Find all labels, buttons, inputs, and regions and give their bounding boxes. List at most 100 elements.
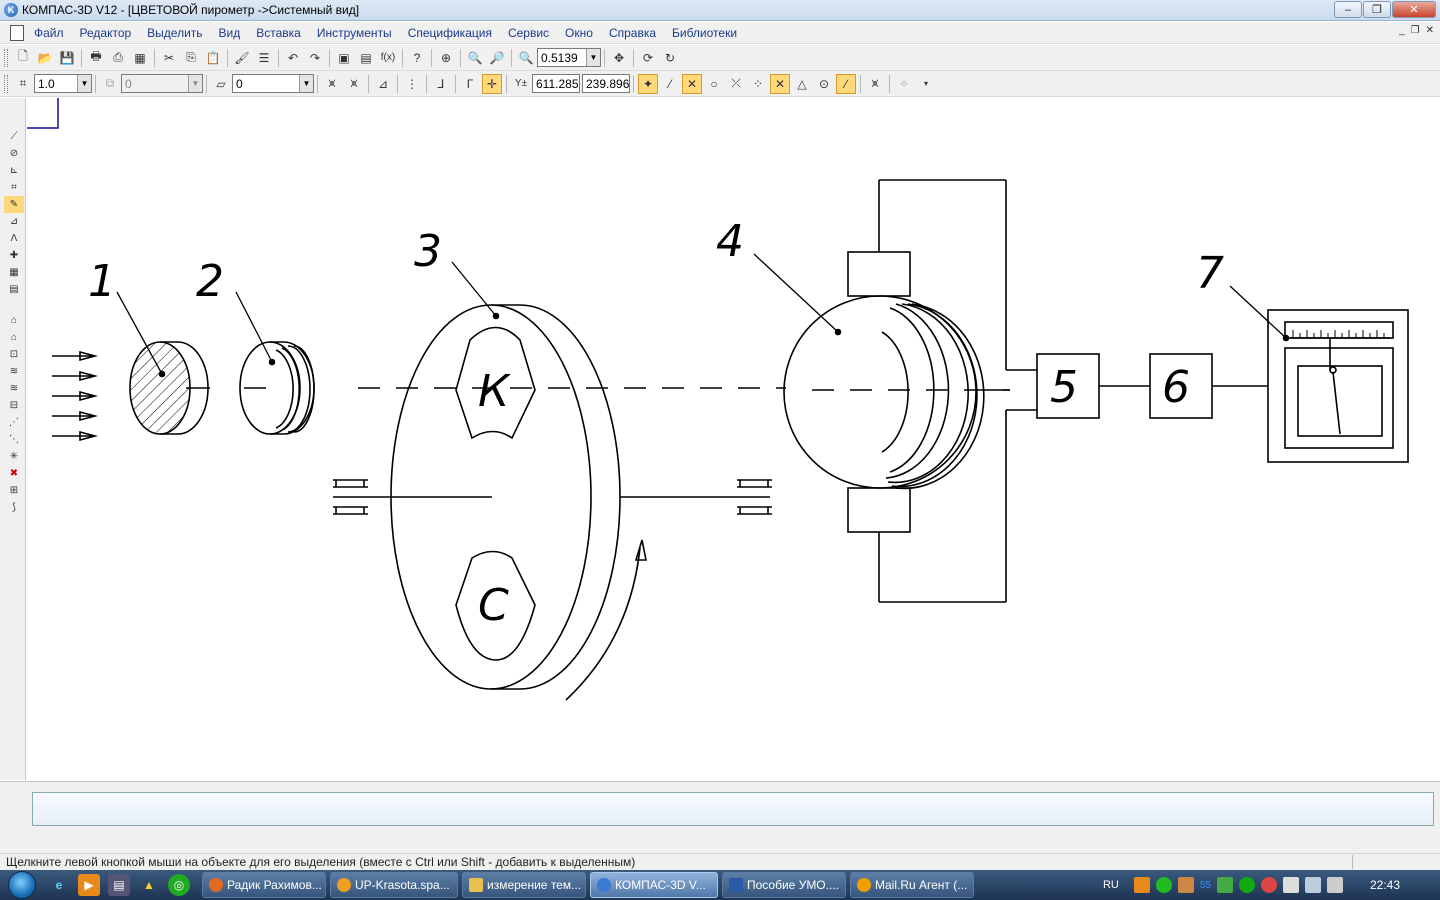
manager-icon[interactable]: ▣: [334, 48, 354, 68]
local-cs-icon[interactable]: ⅃: [431, 74, 451, 94]
tray-volume-icon[interactable]: [1326, 877, 1343, 893]
current-layer-select[interactable]: 0 ▼: [232, 74, 314, 93]
media-player-icon[interactable]: ▶: [78, 874, 100, 896]
snap-align-icon[interactable]: △: [792, 74, 812, 94]
current-view-icon[interactable]: ⧉: [100, 74, 120, 94]
maximize-button[interactable]: ❐: [1363, 1, 1391, 18]
kompas-icon[interactable]: K: [4, 3, 18, 17]
cut-icon[interactable]: ✂: [159, 48, 179, 68]
ortho-icon[interactable]: ⊿: [373, 74, 393, 94]
paste-icon[interactable]: 📋: [203, 48, 223, 68]
grid-step-icon[interactable]: ⌗: [13, 74, 33, 94]
green-app-icon[interactable]: ◎: [168, 874, 190, 896]
tool-i-icon[interactable]: ✳: [4, 448, 24, 465]
snap-grid-icon[interactable]: ⁘: [748, 74, 768, 94]
snap-tangent-icon[interactable]: ○: [704, 74, 724, 94]
close-button[interactable]: ✕: [1392, 1, 1436, 18]
snap-midpoint-icon[interactable]: ⁄: [660, 74, 680, 94]
ie-icon[interactable]: e: [48, 874, 70, 896]
clock[interactable]: 22:43: [1370, 878, 1400, 892]
mdi-restore-icon[interactable]: ❐: [1411, 25, 1420, 36]
format-brush-icon[interactable]: 🖌: [232, 48, 252, 68]
menu-specification[interactable]: Спецификация: [408, 26, 492, 40]
tool-f-icon[interactable]: ⊟: [4, 397, 24, 414]
print-preview-icon[interactable]: ⎙: [108, 48, 128, 68]
mdi-close-icon[interactable]: ✕: [1426, 25, 1434, 36]
chevron-down-icon[interactable]: ▼: [77, 75, 91, 92]
snap-point-icon[interactable]: ⁄: [836, 73, 856, 94]
tray-chrome-icon[interactable]: [1260, 877, 1277, 893]
tray-green-icon[interactable]: [1155, 877, 1172, 893]
refresh-icon[interactable]: ↻: [660, 48, 680, 68]
undo-icon[interactable]: ↶: [283, 48, 303, 68]
zoom-window-icon[interactable]: 🔍: [465, 48, 485, 68]
spec-icon[interactable]: ▦: [4, 264, 24, 281]
tray-network-icon[interactable]: [1304, 877, 1321, 893]
tool-j-icon[interactable]: ✖: [4, 465, 24, 482]
task-firefox[interactable]: Радик Рахимов...: [202, 872, 326, 898]
editing-icon[interactable]: ⌗: [4, 179, 24, 196]
tool-l-icon[interactable]: ⟆: [4, 499, 24, 516]
menu-editor[interactable]: Редактор: [80, 26, 132, 40]
menu-help[interactable]: Справка: [609, 26, 656, 40]
task-kompas[interactable]: КОМПАС-3D V...: [590, 872, 718, 898]
tool-g-icon[interactable]: ⋰: [4, 414, 24, 431]
tool-e-icon[interactable]: ≋: [4, 380, 24, 397]
geometry-icon[interactable]: ⟋: [4, 128, 24, 145]
toolbar-grip[interactable]: [4, 74, 8, 93]
list-icon[interactable]: ☰: [254, 48, 274, 68]
tray-speaker-icon[interactable]: [1177, 877, 1194, 893]
menu-service[interactable]: Сервис: [508, 26, 549, 40]
measurements-icon[interactable]: ⊿: [4, 213, 24, 230]
warning-app-icon[interactable]: ▲: [138, 874, 160, 896]
snap-angle-icon[interactable]: ✕: [770, 73, 790, 94]
magnet-snap-icon[interactable]: ⩙: [322, 74, 342, 94]
copy-icon[interactable]: ⎘: [181, 48, 201, 68]
pan-icon[interactable]: ✥: [609, 48, 629, 68]
chevron-down-icon[interactable]: ▼: [299, 75, 313, 92]
new-document-icon[interactable]: 🗋: [13, 48, 33, 68]
coordinates-icon[interactable]: Y±: [511, 74, 531, 94]
start-button[interactable]: [0, 870, 44, 900]
magnet-local-icon[interactable]: ⩙: [344, 74, 364, 94]
current-view-select[interactable]: 0 ▼: [121, 74, 203, 93]
library-icon[interactable]: ▤: [356, 48, 376, 68]
properties-panel-content[interactable]: [32, 792, 1434, 826]
chevron-down-icon[interactable]: ▼: [188, 75, 202, 92]
chevron-down-icon[interactable]: ▼: [586, 49, 600, 66]
coord-x-field[interactable]: 611.285: [532, 74, 580, 93]
minimize-button[interactable]: –: [1334, 1, 1362, 18]
parametrization-icon[interactable]: ✎: [4, 196, 24, 213]
regenerate-icon[interactable]: ⟳: [638, 48, 658, 68]
toolbar-grip[interactable]: [4, 48, 8, 67]
zoom-fit-icon[interactable]: ⊕: [436, 48, 456, 68]
redo-icon[interactable]: ↷: [305, 48, 325, 68]
dimensions-icon[interactable]: ⊘: [4, 145, 24, 162]
task-opera[interactable]: UP-Krasota.spa...: [330, 872, 458, 898]
task-folder[interactable]: измерение тем...: [462, 872, 586, 898]
snap-center-icon[interactable]: ⊙: [814, 74, 834, 94]
open-folder-icon[interactable]: 📂: [35, 48, 55, 68]
snap-options-icon[interactable]: ✧: [894, 74, 914, 94]
save-icon[interactable]: 💾: [57, 48, 77, 68]
tray-flag-icon[interactable]: [1282, 877, 1299, 893]
menu-file[interactable]: Файл: [34, 26, 64, 40]
grid-icon[interactable]: ⋮: [402, 74, 422, 94]
zoom-scale-icon[interactable]: 🔍: [516, 48, 536, 68]
tray-check-icon[interactable]: [1216, 877, 1233, 893]
properties-icon[interactable]: ▦: [130, 48, 150, 68]
menu-view[interactable]: Вид: [219, 26, 241, 40]
tray-torrent-icon[interactable]: [1238, 877, 1255, 893]
selection-icon[interactable]: Λ: [4, 230, 24, 247]
snap-intersection-icon[interactable]: ✕: [682, 73, 702, 94]
zoom-in-icon[interactable]: 🔎: [487, 48, 507, 68]
task-word[interactable]: Пособие УМО....: [722, 872, 846, 898]
print-icon[interactable]: 🖶: [86, 48, 106, 68]
associative-views-icon[interactable]: ✚: [4, 247, 24, 264]
snap-nearest-icon[interactable]: ✦: [638, 73, 658, 94]
snap-normal-icon[interactable]: ⤫: [726, 74, 746, 94]
snap-magnet-icon[interactable]: ⩙: [865, 74, 885, 94]
menu-select[interactable]: Выделить: [147, 26, 202, 40]
menu-insert[interactable]: Вставка: [256, 26, 301, 40]
layers-icon[interactable]: ▱: [211, 74, 231, 94]
